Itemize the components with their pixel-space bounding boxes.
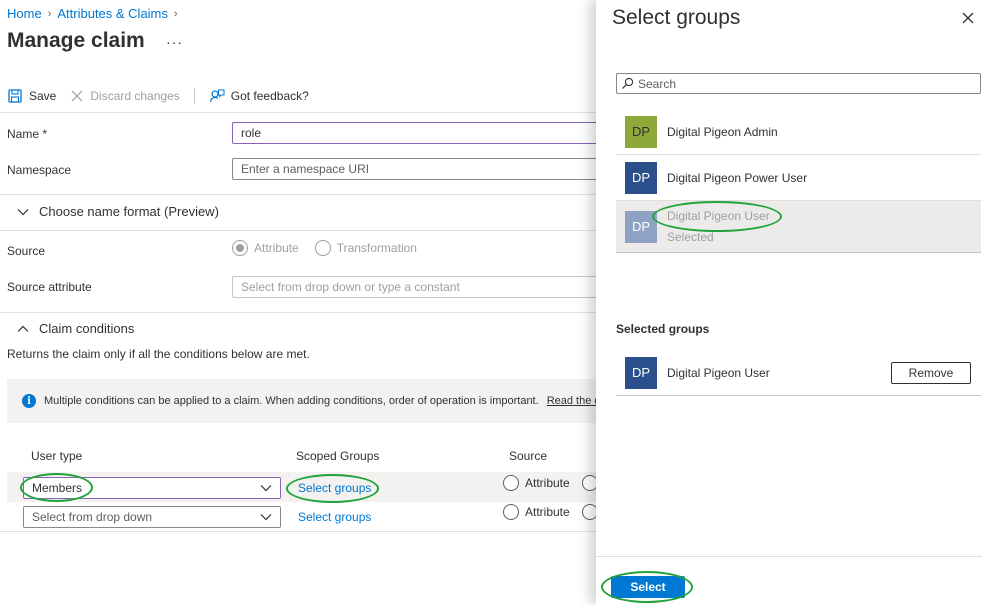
column-header-scoped-groups: Scoped Groups	[296, 449, 380, 463]
panel-title: Select groups	[612, 6, 741, 29]
select-groups-panel: Select groups Search DP Digital Pigeon A…	[596, 0, 982, 605]
radio-circle	[314, 240, 331, 256]
user-type-dropdown[interactable]: Select from drop down	[23, 506, 281, 528]
dropdown-value: Select from drop down	[32, 510, 153, 524]
chevron-right-icon: ›	[47, 7, 52, 20]
command-bar: Save Discard changes Got feedback?	[7, 86, 323, 106]
source-attribute-radio[interactable]: Attribute	[503, 475, 570, 491]
selected-groups-heading: Selected groups	[616, 322, 710, 336]
user-type-dropdown[interactable]: Members	[23, 477, 281, 499]
group-text: Digital Pigeon User Selected	[667, 209, 770, 244]
chevron-right-icon: ›	[173, 7, 178, 20]
radio-label: Attribute	[254, 241, 299, 255]
radio-circle	[503, 475, 519, 491]
info-banner: i Multiple conditions can be applied to …	[7, 379, 596, 423]
group-list-item-selected[interactable]: DP Digital Pigeon User Selected	[616, 201, 981, 253]
select-button[interactable]: Select	[611, 576, 685, 598]
conditions-description: Returns the claim only if all the condit…	[7, 347, 310, 361]
divider	[0, 112, 596, 113]
group-status: Selected	[667, 230, 714, 244]
group-name: Digital Pigeon User	[667, 209, 770, 223]
source-radio-group: Attribute Transformation	[232, 240, 417, 256]
source-transformation-radio[interactable]: Transformation	[314, 240, 417, 256]
discard-changes-label: Discard changes	[90, 89, 180, 103]
claim-conditions-section-label: Claim conditions	[39, 321, 135, 336]
feedback-button[interactable]: Got feedback?	[209, 88, 309, 104]
feedback-label: Got feedback?	[230, 89, 309, 103]
divider	[0, 312, 596, 313]
group-name: Digital Pigeon Admin	[667, 124, 778, 139]
name-input[interactable]: role	[232, 122, 596, 144]
divider	[0, 194, 596, 195]
radio-circle	[582, 475, 596, 491]
claim-conditions-section-toggle[interactable]: Claim conditions	[17, 321, 134, 336]
close-icon	[71, 90, 83, 102]
chevron-down-icon	[260, 514, 272, 521]
group-avatar: DP	[625, 161, 657, 194]
namespace-label: Namespace	[7, 163, 72, 177]
group-name: Digital Pigeon User	[667, 365, 770, 380]
manage-claim-page: Home › Attributes & Claims › Manage clai…	[0, 0, 596, 605]
column-header-user-type: User type	[31, 449, 83, 463]
radio-label: Attribute	[525, 505, 570, 519]
search-icon	[622, 77, 634, 89]
chevron-down-icon	[260, 485, 272, 492]
toolbar-divider	[193, 88, 195, 104]
read-docs-link[interactable]: Read the d	[547, 395, 596, 407]
page-title: Manage claim	[7, 29, 145, 52]
more-options-icon[interactable]: ···	[166, 34, 183, 50]
divider	[0, 531, 596, 532]
source-attribute-label: Source attribute	[7, 280, 92, 294]
radio-label: Transformation	[336, 241, 417, 255]
dropdown-value: Members	[32, 481, 83, 495]
group-avatar: DP	[625, 115, 657, 148]
radio-circle	[582, 504, 596, 520]
group-list-item[interactable]: DP Digital Pigeon Admin	[616, 109, 981, 155]
group-list-item[interactable]: DP Digital Pigeon Power User	[616, 155, 981, 201]
breadcrumb-attributes-claims[interactable]: Attributes & Claims	[57, 6, 168, 21]
source-attribute-radio[interactable]: Attribute	[232, 240, 299, 256]
source-transformation-radio[interactable]	[582, 475, 596, 491]
chevron-down-icon	[17, 208, 29, 215]
select-groups-link[interactable]: Select groups	[298, 510, 371, 524]
discard-changes-button[interactable]: Discard changes	[70, 89, 180, 103]
radio-label: Attribute	[525, 476, 570, 490]
search-placeholder: Search	[638, 76, 677, 91]
select-groups-link[interactable]: Select groups	[298, 481, 371, 495]
name-format-section-label: Choose name format (Preview)	[39, 204, 219, 219]
save-icon	[8, 89, 22, 103]
save-label: Save	[29, 89, 57, 103]
info-icon: i	[22, 394, 36, 408]
source-attribute-radio[interactable]: Attribute	[503, 504, 570, 520]
save-button[interactable]: Save	[7, 88, 56, 104]
radio-circle	[232, 240, 248, 256]
close-icon[interactable]	[960, 10, 976, 26]
source-label: Source	[7, 244, 46, 258]
namespace-input[interactable]: Enter a namespace URI	[232, 158, 596, 180]
info-text: Multiple conditions can be applied to a …	[44, 395, 539, 407]
radio-circle	[503, 504, 519, 520]
source-attribute-input[interactable]: Select from drop down or type a constant	[232, 276, 596, 298]
feedback-icon	[209, 89, 225, 103]
name-label: Name *	[7, 127, 48, 141]
group-name: Digital Pigeon Power User	[667, 170, 808, 185]
group-avatar: DP	[625, 210, 657, 243]
name-format-section-toggle[interactable]: Choose name format (Preview)	[17, 204, 219, 219]
search-input[interactable]: Search	[616, 73, 981, 94]
footer-divider	[596, 556, 982, 557]
column-header-source: Source	[509, 449, 548, 463]
breadcrumb-home[interactable]: Home	[7, 6, 42, 21]
source-transformation-radio[interactable]	[582, 504, 596, 520]
divider	[0, 230, 596, 231]
breadcrumb: Home › Attributes & Claims ›	[7, 6, 178, 21]
group-avatar: DP	[625, 356, 657, 389]
remove-button[interactable]: Remove	[891, 362, 971, 384]
chevron-up-icon	[17, 325, 29, 332]
